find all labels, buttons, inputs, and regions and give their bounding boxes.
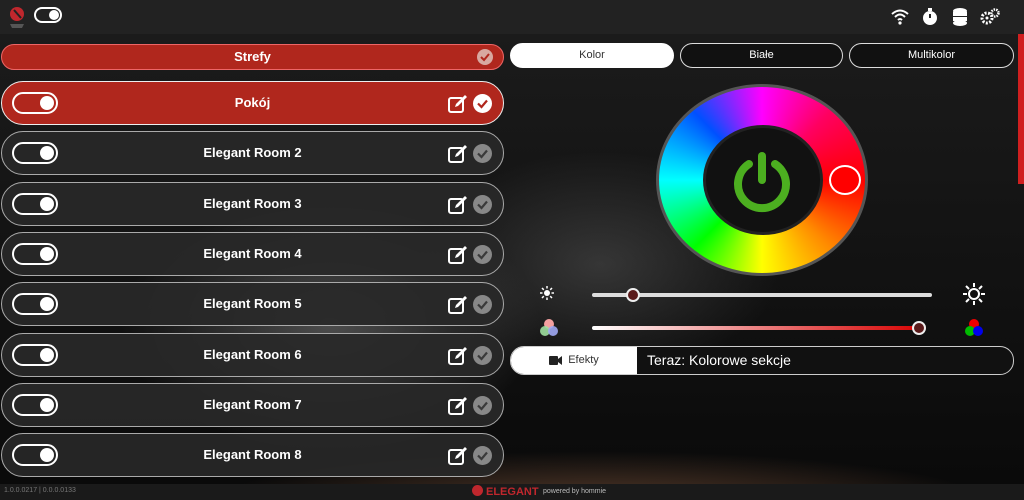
power-icon[interactable] <box>723 148 801 214</box>
brand-logo: ELEGANT <box>472 485 539 498</box>
room-row[interactable]: Elegant Room 4 <box>1 231 504 276</box>
edit-icon[interactable] <box>448 346 468 366</box>
check-icon[interactable] <box>473 144 492 164</box>
toggle-knob <box>49 10 59 20</box>
room-row[interactable]: Pokój <box>1 81 504 125</box>
edit-icon[interactable] <box>448 245 468 265</box>
top-bar <box>0 0 1024 34</box>
brightness-slider[interactable] <box>592 293 932 297</box>
brightness-slider-thumb[interactable] <box>625 288 640 302</box>
color-picker-handle[interactable] <box>829 165 861 195</box>
saturation-slider[interactable] <box>592 326 926 330</box>
room-row[interactable]: Elegant Room 6 <box>1 332 504 377</box>
zones-header[interactable]: Strefy <box>1 44 504 70</box>
color-pastel-icon <box>540 319 558 336</box>
tab-kolor[interactable]: Kolor <box>510 43 674 68</box>
settings-icon[interactable] <box>980 7 1000 27</box>
room-name: Elegant Room 7 <box>203 396 302 412</box>
room-row[interactable]: Elegant Room 7 <box>1 382 504 427</box>
room-name: Elegant Room 3 <box>203 195 302 211</box>
check-icon[interactable] <box>473 295 492 315</box>
edit-icon[interactable] <box>448 396 468 416</box>
room-name: Elegant Room 2 <box>203 145 302 161</box>
version-text: 1.0.0.0217 | 0.0.0.0133 <box>4 487 76 494</box>
brand-icon <box>472 485 483 496</box>
room-row[interactable]: Elegant Room 2 <box>1 131 504 176</box>
edit-icon[interactable] <box>448 144 468 164</box>
stopwatch-icon[interactable] <box>920 7 940 27</box>
room-name: Elegant Room 5 <box>203 296 302 312</box>
effects-status: Teraz: Kolorowe sekcje <box>647 352 791 368</box>
effects-bar: Efekty Teraz: Kolorowe sekcje <box>510 346 1014 375</box>
color-rgb-icon <box>965 319 983 336</box>
edit-icon[interactable] <box>448 94 468 114</box>
room-name: Pokój <box>234 95 271 110</box>
room-row[interactable]: Elegant Room 3 <box>1 181 504 226</box>
check-icon[interactable] <box>473 446 492 466</box>
effects-button[interactable]: Efekty <box>511 347 637 374</box>
tab-biale[interactable]: Białe <box>680 43 843 68</box>
room-row[interactable]: Elegant Room 8 <box>1 433 504 478</box>
logo-icon[interactable] <box>6 4 28 28</box>
zones-title: Strefy <box>234 49 271 64</box>
check-icon[interactable] <box>477 49 493 65</box>
database-icon[interactable] <box>950 7 970 27</box>
brand-name: ELEGANT <box>486 486 539 498</box>
master-toggle[interactable] <box>34 7 62 23</box>
brightness-low-icon <box>540 286 554 300</box>
wifi-icon[interactable] <box>890 7 910 27</box>
tab-multikolor[interactable]: Multikolor <box>849 43 1014 68</box>
brightness-high-icon <box>963 283 985 305</box>
room-name: Elegant Room 8 <box>203 447 302 463</box>
powered-by: powered by hommie <box>543 488 607 495</box>
edit-icon[interactable] <box>448 446 468 466</box>
room-row[interactable]: Elegant Room 5 <box>1 282 504 327</box>
check-icon[interactable] <box>473 194 492 214</box>
video-camera-icon <box>549 355 563 365</box>
room-name: Elegant Room 4 <box>203 245 302 261</box>
effects-button-label: Efekty <box>568 354 599 366</box>
edit-icon[interactable] <box>448 295 468 315</box>
check-icon[interactable] <box>473 244 492 264</box>
room-name: Elegant Room 6 <box>203 346 302 362</box>
footer: 1.0.0.0217 | 0.0.0.0133 ELEGANT powered … <box>0 484 1024 500</box>
scroll-indicator[interactable] <box>1018 34 1024 184</box>
check-icon[interactable] <box>473 94 492 113</box>
check-icon[interactable] <box>473 395 492 415</box>
check-icon[interactable] <box>473 345 492 365</box>
edit-icon[interactable] <box>448 195 468 215</box>
